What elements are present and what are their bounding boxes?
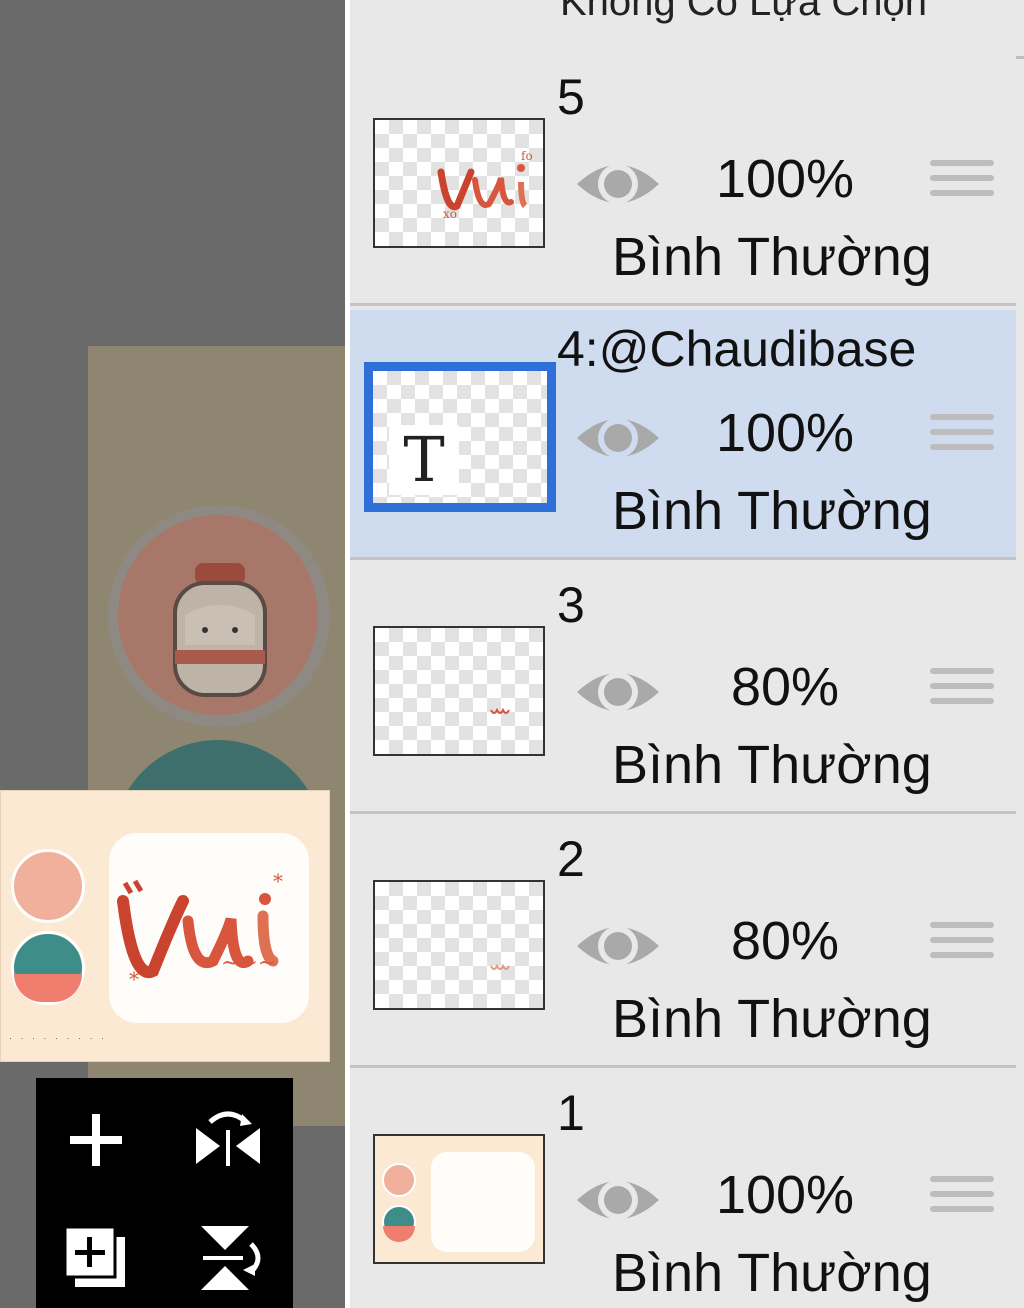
layer-thumbnail[interactable] bbox=[373, 626, 545, 756]
small-text-thumbnail bbox=[490, 707, 510, 714]
layer-thumbnail[interactable] bbox=[373, 880, 545, 1010]
layer-row-4[interactable]: T 4:@Chaudibase 100% Bình Thường bbox=[350, 310, 1016, 560]
canvas-preview-thumbnail[interactable]: ~~~ * * · · · · · · · · · bbox=[0, 790, 330, 1062]
layer-row-1[interactable]: 1 100% Bình Thường bbox=[350, 1072, 1016, 1308]
eye-icon[interactable] bbox=[573, 916, 663, 976]
mascot-illustration bbox=[173, 563, 267, 697]
blend-mode[interactable]: Bình Thường bbox=[612, 1242, 932, 1304]
layer-name[interactable]: 4:@Chaudibase bbox=[557, 320, 916, 378]
blend-mode[interactable]: Bình Thường bbox=[612, 988, 932, 1050]
svg-text:xo: xo bbox=[443, 207, 457, 221]
eye-icon[interactable] bbox=[573, 662, 663, 722]
blend-mode[interactable]: Bình Thường bbox=[612, 480, 932, 542]
flip-vertical-icon bbox=[201, 1226, 261, 1290]
add-copy-layer-button[interactable] bbox=[56, 1218, 136, 1298]
layer-row-5[interactable]: fo xo 5 100% Bình Thường bbox=[350, 56, 1016, 306]
add-layer-button[interactable] bbox=[56, 1100, 136, 1180]
layer-thumbnail[interactable]: T bbox=[364, 362, 556, 512]
selection-header[interactable]: Không Có Lựa Chọn bbox=[350, 0, 1024, 59]
layer-name[interactable]: 5 bbox=[557, 68, 585, 126]
small-text-thumbnail bbox=[490, 963, 510, 970]
blend-mode[interactable]: Bình Thường bbox=[612, 734, 932, 796]
layer-toolbox bbox=[36, 1078, 293, 1308]
layer-opacity[interactable]: 100% bbox=[710, 148, 860, 210]
preview-footer-dots: · · · · · · · · · bbox=[9, 1033, 107, 1043]
eye-icon[interactable] bbox=[573, 408, 663, 468]
preview-small-lettering: ~~~ bbox=[221, 951, 277, 976]
flip-horizontal-button[interactable] bbox=[188, 1100, 268, 1180]
drag-handle-icon[interactable] bbox=[930, 414, 994, 464]
plus-icon bbox=[70, 1114, 122, 1166]
blend-mode[interactable]: Bình Thường bbox=[612, 226, 932, 288]
layer-thumbnail[interactable] bbox=[373, 1134, 545, 1264]
vui-lettering-thumbnail: fo xo bbox=[437, 149, 533, 221]
eye-icon[interactable] bbox=[573, 1170, 663, 1230]
drag-handle-icon[interactable] bbox=[930, 1176, 994, 1226]
selection-status-text: Không Có Lựa Chọn bbox=[560, 0, 928, 24]
background-frame-thumbnail bbox=[382, 1152, 535, 1252]
drag-handle-icon[interactable] bbox=[930, 922, 994, 972]
layer-row-3[interactable]: 3 80% Bình Thường bbox=[350, 564, 1016, 814]
layer-panel: Không Có Lựa Chọn fo xo 5 100% Bình Thườ… bbox=[345, 0, 1024, 1308]
canvas-area[interactable]: ~~~ * * · · · · · · · · · bbox=[0, 0, 345, 1308]
text-layer-icon: T bbox=[389, 425, 459, 495]
layer-opacity[interactable]: 80% bbox=[710, 656, 860, 718]
layer-thumbnail[interactable]: fo xo bbox=[373, 118, 545, 248]
add-copy-icon bbox=[63, 1225, 125, 1287]
preview-sticker-teal bbox=[11, 931, 85, 1005]
svg-text:fo: fo bbox=[521, 149, 533, 163]
preview-accent-mark: * bbox=[273, 869, 283, 893]
layer-name[interactable]: 3 bbox=[557, 576, 585, 634]
preview-accent-mark-2: * bbox=[129, 967, 139, 991]
layer-opacity[interactable]: 100% bbox=[710, 1164, 860, 1226]
flip-vertical-button[interactable] bbox=[188, 1218, 268, 1298]
preview-sticker-orange bbox=[11, 849, 85, 923]
layer-row-2[interactable]: 2 80% Bình Thường bbox=[350, 818, 1016, 1068]
layer-name[interactable]: 1 bbox=[557, 1084, 585, 1142]
flip-horizontal-icon bbox=[196, 1111, 260, 1166]
layer-opacity[interactable]: 80% bbox=[710, 910, 860, 972]
drag-handle-icon[interactable] bbox=[930, 668, 994, 718]
layer-opacity[interactable]: 100% bbox=[710, 402, 860, 464]
layer-name[interactable]: 2 bbox=[557, 830, 585, 888]
drag-handle-icon[interactable] bbox=[930, 160, 994, 210]
preview-vui-lettering bbox=[117, 879, 279, 978]
eye-icon[interactable] bbox=[573, 154, 663, 214]
